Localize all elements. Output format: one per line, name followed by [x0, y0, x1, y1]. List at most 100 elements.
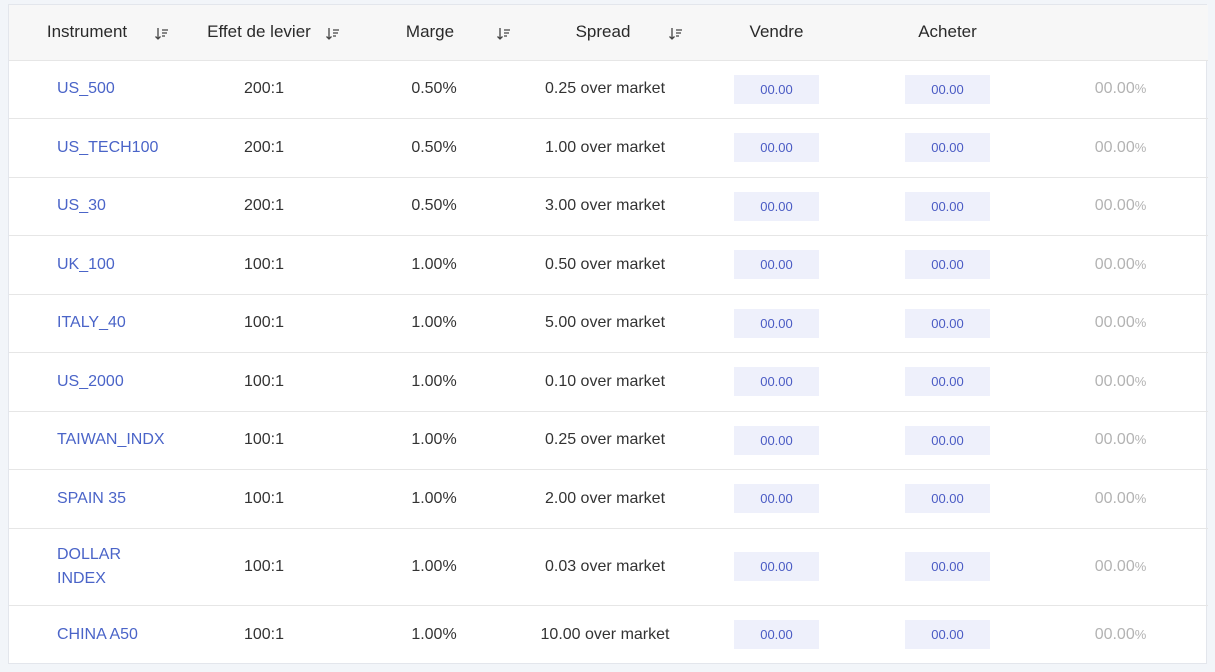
change-value: 00.00: [1094, 80, 1135, 98]
change-value: 00.00: [1094, 489, 1135, 507]
table-row: SPAIN 35 100:1 1.00% 2.00 over market 00…: [9, 469, 1208, 529]
buy-button[interactable]: 00.00: [905, 191, 990, 221]
sell-cell: 00.00: [691, 119, 862, 178]
percent-sign: %: [1134, 315, 1147, 331]
header-spread[interactable]: Spread: [519, 5, 691, 60]
instrument-cell: US_30: [9, 177, 179, 236]
instrument-link[interactable]: SPAIN 35: [57, 490, 126, 507]
sell-button[interactable]: 00.00: [734, 367, 819, 397]
leverage-cell: 200:1: [243, 197, 285, 215]
sell-button[interactable]: 00.00: [734, 484, 819, 514]
sell-cell: 00.00: [691, 528, 862, 605]
leverage-cell: 200:1: [243, 80, 285, 98]
sell-button[interactable]: 00.00: [734, 191, 819, 221]
spread-cell: 3.00 over market: [544, 197, 666, 215]
buy-cell: 00.00: [862, 294, 1033, 353]
table-row: US_2000 100:1 1.00% 0.10 over market 00.…: [9, 352, 1208, 412]
instrument-link[interactable]: US_30: [57, 197, 106, 214]
buy-cell: 00.00: [862, 60, 1033, 119]
percent-sign: %: [1134, 81, 1147, 97]
spread-cell: 0.10 over market: [544, 372, 666, 390]
margin-cell: 0.50%: [411, 197, 457, 215]
buy-cell: 00.00: [862, 119, 1033, 178]
instrument-link[interactable]: UK_100: [57, 256, 115, 273]
instrument-link[interactable]: TAIWAN_INDX: [57, 431, 165, 448]
sort-icon[interactable]: [155, 27, 169, 41]
buy-cell: 00.00: [862, 177, 1033, 236]
instrument-link[interactable]: US_TECH100: [57, 139, 158, 156]
buy-button[interactable]: 00.00: [905, 308, 990, 338]
margin-cell: 0.50%: [411, 80, 457, 98]
sell-button[interactable]: 00.00: [734, 620, 819, 649]
leverage-cell: 100:1: [243, 314, 285, 332]
change-value: 00.00: [1094, 557, 1135, 575]
change-cell: 00.00%: [1033, 236, 1208, 295]
leverage-cell: 100:1: [243, 372, 285, 390]
instrument-link[interactable]: US_2000: [57, 373, 124, 390]
sell-button[interactable]: 00.00: [734, 133, 819, 163]
sell-cell: 00.00: [691, 236, 862, 295]
sell-cell: 00.00: [691, 470, 862, 529]
sell-button[interactable]: 00.00: [734, 74, 819, 104]
change-value: 00.00: [1094, 431, 1135, 449]
margin-cell: 1.00%: [411, 489, 457, 507]
leverage-cell: 100:1: [243, 431, 285, 449]
header-instrument[interactable]: Instrument: [9, 5, 179, 60]
percent-sign: %: [1134, 139, 1147, 155]
sell-button[interactable]: 00.00: [734, 250, 819, 280]
spread-cell: 2.00 over market: [544, 489, 666, 507]
header-label: Vendre: [749, 22, 804, 42]
sell-button[interactable]: 00.00: [734, 425, 819, 455]
buy-button[interactable]: 00.00: [905, 484, 990, 514]
header-label: Spread: [575, 22, 631, 42]
buy-button[interactable]: 00.00: [905, 620, 990, 649]
percent-sign: %: [1134, 373, 1147, 389]
buy-button[interactable]: 00.00: [905, 552, 990, 581]
sell-button[interactable]: 00.00: [734, 308, 819, 338]
instrument-link[interactable]: CHINA A50: [57, 626, 138, 643]
instrument-link[interactable]: ITALY_40: [57, 314, 126, 331]
percent-sign: %: [1134, 626, 1147, 642]
margin-cell: 0.50%: [411, 138, 457, 156]
header-buy: Acheter: [862, 5, 1033, 60]
change-cell: 00.00%: [1033, 177, 1208, 236]
spread-cell: 0.03 over market: [544, 557, 666, 575]
leverage-cell: 100:1: [243, 557, 285, 575]
leverage-cell: 100:1: [243, 625, 285, 643]
buy-button[interactable]: 00.00: [905, 367, 990, 397]
buy-button[interactable]: 00.00: [905, 425, 990, 455]
header-margin[interactable]: Marge: [349, 5, 519, 60]
leverage-cell: 200:1: [243, 138, 285, 156]
change-cell: 00.00%: [1033, 411, 1208, 470]
sell-button[interactable]: 00.00: [734, 552, 819, 581]
change-cell: 00.00%: [1033, 605, 1208, 664]
buy-button[interactable]: 00.00: [905, 74, 990, 104]
buy-button[interactable]: 00.00: [905, 133, 990, 163]
instruments-table: Instrument Effet de levier Marge Spread …: [9, 5, 1208, 664]
change-value: 00.00: [1094, 255, 1135, 273]
sort-icon[interactable]: [497, 27, 511, 41]
change-cell: 00.00%: [1033, 353, 1208, 412]
spread-cell: 5.00 over market: [544, 314, 666, 332]
sell-cell: 00.00: [691, 411, 862, 470]
header-leverage[interactable]: Effet de levier: [179, 5, 349, 60]
change-value: 00.00: [1094, 197, 1135, 215]
change-value: 00.00: [1094, 372, 1135, 390]
table-row: UK_100 100:1 1.00% 0.50 over market 00.0…: [9, 235, 1208, 295]
buy-cell: 00.00: [862, 236, 1033, 295]
instrument-cell: DOLLAR INDEX: [9, 528, 179, 605]
table-row: US_30 200:1 0.50% 3.00 over market 00.00…: [9, 177, 1208, 236]
change-value: 00.00: [1094, 138, 1135, 156]
sort-icon[interactable]: [669, 27, 683, 41]
instrument-link[interactable]: US_500: [57, 80, 115, 97]
instrument-cell: US_TECH100: [9, 119, 179, 178]
header-change: [1033, 5, 1208, 60]
percent-sign: %: [1134, 558, 1147, 574]
instrument-cell: US_500: [9, 60, 179, 119]
buy-button[interactable]: 00.00: [905, 250, 990, 280]
instrument-link[interactable]: DOLLAR INDEX: [57, 546, 121, 587]
sort-icon[interactable]: [326, 27, 340, 41]
change-cell: 00.00%: [1033, 470, 1208, 529]
header-label: Effet de levier: [207, 22, 311, 42]
header-label: Marge: [405, 22, 455, 42]
